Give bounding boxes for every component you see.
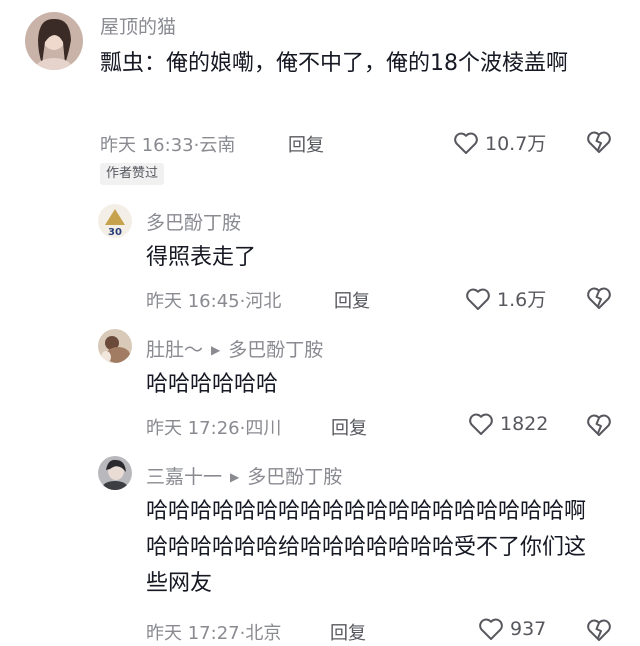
comment-location: 四川: [245, 418, 282, 439]
comment-time: 昨天 16:33: [100, 135, 194, 156]
like-button[interactable]: 10.7万: [453, 129, 546, 156]
avatar-label: 30: [108, 227, 122, 238]
comment-location: 北京: [245, 623, 282, 644]
heart-outline-icon: [469, 413, 493, 435]
username[interactable]: 屋顶的猫: [100, 12, 176, 39]
broken-heart-icon: [587, 619, 611, 641]
triangle-right-icon: ▶: [211, 343, 221, 357]
comment-location: 云南: [199, 135, 236, 156]
broken-heart-icon: [587, 131, 611, 153]
dislike-button[interactable]: [586, 618, 612, 646]
comment-text: 哈哈哈哈哈哈哈哈哈哈哈哈哈哈哈哈哈哈哈啊哈哈哈哈哈哈给哈哈哈哈哈哈哈受不了你们这…: [146, 499, 587, 596]
reply-button[interactable]: 回复: [331, 414, 367, 440]
comment-3: 肚肚～ ▶ 多巴酚丁胺 哈哈哈哈哈哈 昨天 17:26·四川 回复 1822: [0, 325, 640, 450]
heart-outline-icon: [454, 132, 478, 154]
username[interactable]: 三嘉十一: [146, 466, 222, 488]
triangle-right-icon: ▶: [230, 470, 240, 484]
like-count: 1822: [500, 413, 549, 435]
reply-button[interactable]: 回复: [330, 619, 366, 645]
comment-4: 三嘉十一 ▶ 多巴酚丁胺 哈哈哈哈哈哈哈哈哈哈哈哈哈哈哈哈哈哈哈啊哈哈哈哈哈哈给哈哈…: [0, 450, 640, 645]
comment-1: 屋顶的猫 瓢虫：俺的娘嘞，俺不中了，俺的18个波棱盖啊 昨天 16:33·云南 …: [0, 0, 640, 200]
heart-outline-icon: [466, 288, 490, 310]
dislike-button[interactable]: [586, 413, 612, 441]
username[interactable]: 多巴酚丁胺: [146, 208, 241, 235]
reply-button[interactable]: 回复: [288, 131, 324, 157]
comment-2: 30 多巴酚丁胺 得照表走了 昨天 16:45·河北 回复 1.6万: [0, 200, 640, 325]
like-count: 10.7万: [485, 133, 547, 155]
avatar[interactable]: [98, 329, 132, 363]
like-count: 937: [510, 618, 547, 640]
dislike-button[interactable]: [586, 130, 612, 158]
comment-time: 昨天 16:45: [146, 291, 240, 312]
comment-text: 得照表走了: [146, 245, 257, 270]
like-button[interactable]: 1.6万: [465, 285, 546, 312]
avatar[interactable]: 30: [98, 204, 132, 238]
comment-meta: 昨天 17:26·四川: [146, 414, 281, 440]
broken-heart-icon: [587, 414, 611, 436]
comment-location: 河北: [245, 291, 282, 312]
avatar[interactable]: [98, 456, 132, 490]
author-liked-badge: 作者赞过: [100, 163, 165, 185]
like-button[interactable]: 1822: [468, 412, 548, 436]
reply-to-username[interactable]: 多巴酚丁胺: [247, 466, 342, 488]
reply-to-username[interactable]: 多巴酚丁胺: [228, 339, 323, 361]
username-line: 三嘉十一 ▶ 多巴酚丁胺: [146, 462, 342, 489]
comment-meta: 昨天 17:27·北京: [146, 619, 281, 645]
heart-outline-icon: [479, 618, 503, 640]
comment-time: 昨天 17:26: [146, 418, 240, 439]
avatar[interactable]: [25, 12, 83, 70]
reply-button[interactable]: 回复: [334, 287, 370, 313]
comment-text: 瓢虫：俺的娘嘞，俺不中了，俺的18个波棱盖啊: [100, 51, 568, 76]
like-button[interactable]: 937: [478, 617, 546, 641]
comment-meta: 昨天 16:33·云南: [100, 131, 235, 157]
comment-time: 昨天 17:27: [146, 623, 240, 644]
username-line: 肚肚～ ▶ 多巴酚丁胺: [146, 335, 323, 362]
dislike-button[interactable]: [586, 286, 612, 314]
broken-heart-icon: [587, 287, 611, 309]
like-count: 1.6万: [497, 289, 547, 311]
username[interactable]: 肚肚～: [146, 339, 203, 361]
comment-meta: 昨天 16:45·河北: [146, 287, 281, 313]
comment-text: 哈哈哈哈哈哈: [146, 372, 279, 397]
